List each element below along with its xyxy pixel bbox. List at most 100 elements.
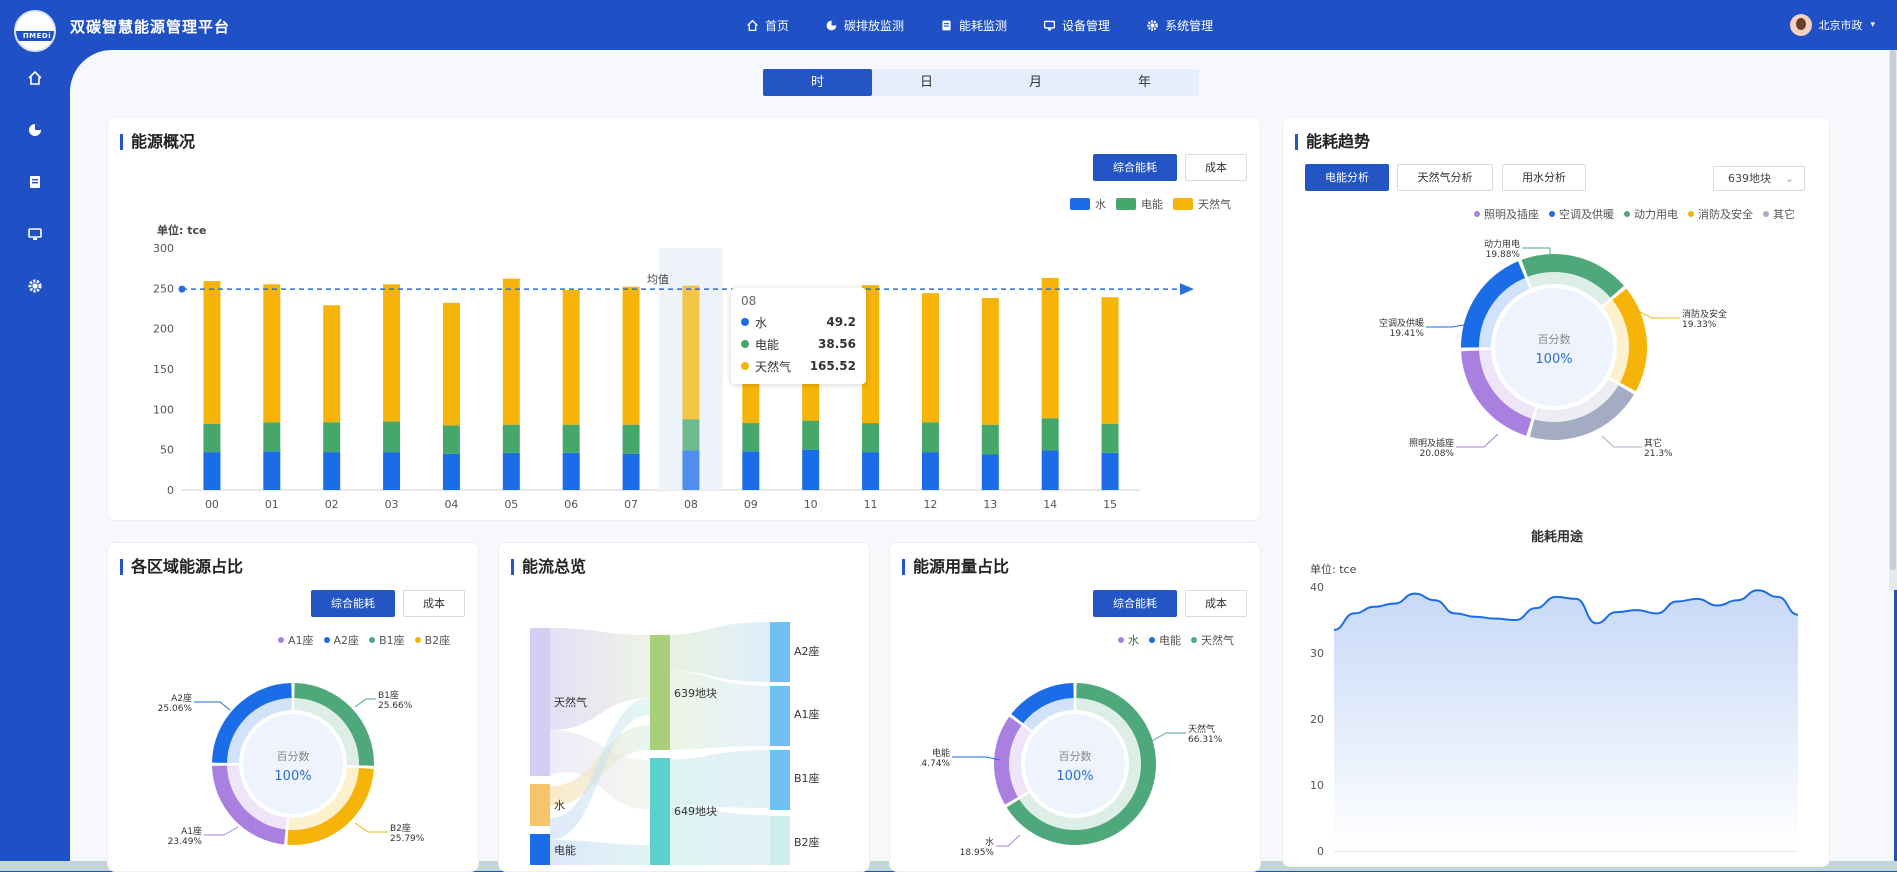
flow-link xyxy=(662,670,770,750)
chevron-down-icon: ⌄ xyxy=(1784,172,1794,185)
usage-cost-button[interactable]: 成本 xyxy=(1185,590,1247,617)
donut-center xyxy=(243,714,343,814)
callout-line xyxy=(354,698,376,708)
nav-carbon[interactable]: 碳排放监测 xyxy=(825,17,904,34)
tab-month[interactable]: 月 xyxy=(981,69,1090,96)
legend-item-a2[interactable]: A2座 xyxy=(323,632,359,648)
bar-segment xyxy=(502,424,520,453)
legend-dot xyxy=(1149,637,1155,643)
x-tick-label: 10 xyxy=(804,498,818,511)
x-tick-label: 06 xyxy=(564,498,578,511)
legend-item-lighting[interactable]: 照明及插座 xyxy=(1474,206,1539,222)
usage-title: 能耗用途 xyxy=(1530,530,1583,545)
legend-dot xyxy=(1474,211,1480,217)
flow-node-gas xyxy=(530,628,550,776)
scrollbar-thumb[interactable] xyxy=(1890,50,1896,570)
bar-segment xyxy=(1101,452,1119,490)
monitor-icon[interactable] xyxy=(27,226,43,242)
overview-composite-button[interactable]: 综合能耗 xyxy=(1093,154,1177,181)
legend-item-electric[interactable]: 电能 xyxy=(1116,196,1163,212)
nav-system[interactable]: 系统管理 xyxy=(1146,17,1213,34)
nav-home[interactable]: 首页 xyxy=(746,17,789,34)
legend-item-b1[interactable]: B1座 xyxy=(369,632,405,648)
bar-segment xyxy=(383,452,401,490)
nav-device[interactable]: 设备管理 xyxy=(1043,17,1110,34)
tab-year[interactable]: 年 xyxy=(1090,69,1199,96)
bar-segment xyxy=(442,425,460,454)
area-fill xyxy=(1334,590,1798,851)
gas-analysis-button[interactable]: 天然气分析 xyxy=(1397,164,1493,191)
x-tick-label: 00 xyxy=(205,498,219,511)
tooltip-name: 电能 xyxy=(755,337,780,352)
x-tick-label: 12 xyxy=(923,498,937,511)
legend-item-gas[interactable]: 天然气 xyxy=(1173,196,1231,212)
legend-item-water[interactable]: 水 xyxy=(1070,196,1106,212)
bar-segment xyxy=(682,285,700,420)
legend-label: 水 xyxy=(1095,198,1106,211)
bar-segment xyxy=(323,452,341,490)
legend-label: 电能 xyxy=(1141,198,1163,211)
bar-segment xyxy=(682,450,700,490)
flow-label-b1: B1座 xyxy=(794,771,820,785)
legend-item-hvac[interactable]: 空调及供暖 xyxy=(1549,206,1614,222)
x-tick-label: 13 xyxy=(983,498,997,511)
legend-item-electric[interactable]: 电能 xyxy=(1149,632,1181,648)
flow-node-649 xyxy=(650,758,670,865)
tab-day[interactable]: 日 xyxy=(872,69,981,96)
plot-select-value: 639地块 xyxy=(1728,172,1771,185)
y-tick-label: 50 xyxy=(160,444,174,457)
area-cost-button[interactable]: 成本 xyxy=(403,590,465,617)
water-analysis-button[interactable]: 用水分析 xyxy=(1502,164,1586,191)
tooltip-value: 38.56 xyxy=(818,337,856,351)
flow-label-a2: A2座 xyxy=(794,644,820,658)
legend-item-power[interactable]: 动力用电 xyxy=(1624,206,1678,222)
bar-segment xyxy=(203,281,221,424)
tab-hour[interactable]: 时 xyxy=(763,69,872,96)
overview-legend: 水 电能 天然气 xyxy=(1060,196,1231,212)
usage-composite-button[interactable]: 综合能耗 xyxy=(1093,590,1177,617)
legend-item-fire[interactable]: 消防及安全 xyxy=(1688,206,1753,222)
legend-item-b2[interactable]: B2座 xyxy=(414,632,450,648)
top-bar: ПМЕDi 双碳智慧能源管理平台 首页 碳排放监测 能耗监测 设备管理 系统管理… xyxy=(0,0,1897,52)
legend-item-other[interactable]: 其它 xyxy=(1763,206,1795,222)
legend-dot xyxy=(1624,211,1630,217)
callout-pct: 25.79% xyxy=(390,834,425,844)
x-tick-label: 02 xyxy=(325,498,339,511)
bar-segment xyxy=(981,454,999,490)
donut-center-value: 100% xyxy=(1056,769,1093,784)
electric-analysis-button[interactable]: 电能分析 xyxy=(1305,164,1389,191)
scrollbar[interactable] xyxy=(1889,50,1897,590)
legend-swatch xyxy=(1116,198,1136,210)
overview-cost-button[interactable]: 成本 xyxy=(1185,154,1247,181)
legend-dot xyxy=(323,637,330,643)
bar-segment xyxy=(562,289,580,425)
x-tick-label: 04 xyxy=(444,498,458,511)
callout-name: A1座 xyxy=(181,825,202,837)
nav-energy[interactable]: 能耗监测 xyxy=(940,17,1007,34)
flow-node-b2 xyxy=(770,816,790,865)
legend-item-water[interactable]: 水 xyxy=(1118,632,1139,648)
gear-icon[interactable] xyxy=(27,278,43,294)
legend-item-gas[interactable]: 天然气 xyxy=(1191,632,1234,648)
user-menu[interactable]: 北京市政 ▾ xyxy=(1790,14,1875,36)
tooltip-name: 水 xyxy=(755,315,768,330)
donut-center-label: 百分数 xyxy=(1538,333,1571,346)
area-composite-button[interactable]: 综合能耗 xyxy=(311,590,395,617)
clipboard-icon[interactable] xyxy=(27,174,43,190)
bar-segment xyxy=(502,452,520,490)
nav-device-label: 设备管理 xyxy=(1062,19,1111,33)
plot-select[interactable]: 639地块 ⌄ xyxy=(1713,166,1805,191)
pie-icon[interactable] xyxy=(27,122,43,138)
tooltip-value: 165.52 xyxy=(809,359,856,373)
legend-item-a1[interactable]: A1座 xyxy=(278,632,314,648)
callout-pct: 18.95% xyxy=(960,848,995,858)
legend-label: 空调及供暖 xyxy=(1559,208,1614,221)
avatar xyxy=(1790,14,1813,36)
home-icon[interactable] xyxy=(27,70,43,86)
energy-flow-sankey: 天然气 水 电能 639地块 649地块 A2座 A1座 B1座 B2座 xyxy=(530,622,820,865)
bar-segment xyxy=(562,424,580,453)
mean-line-arrow xyxy=(1180,283,1194,296)
legend-label: 天然气 xyxy=(1198,198,1231,211)
legend-label: B1座 xyxy=(379,634,405,647)
bar-segment xyxy=(383,284,401,422)
